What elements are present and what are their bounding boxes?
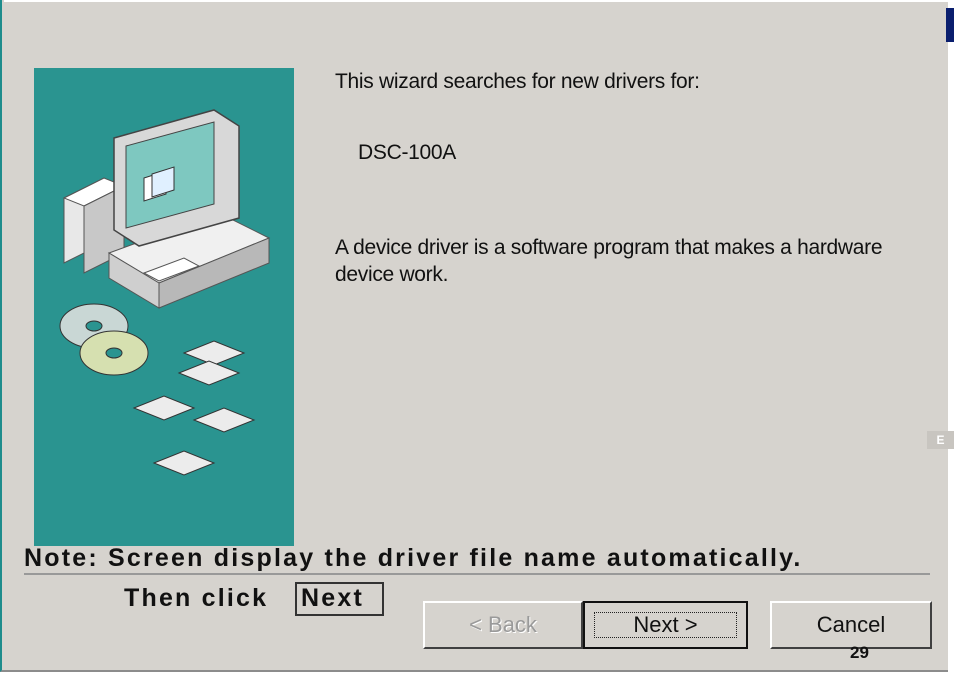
instruction-note: Note: Screen display the driver file nam… [24, 544, 803, 572]
instruction-next-label: Next [301, 584, 364, 612]
wizard-intro-text: This wizard searches for new drivers for… [335, 70, 700, 93]
focus-rectangle [594, 612, 737, 638]
title-bar-edge [946, 8, 954, 42]
top-border [4, 0, 948, 2]
device-name: DSC-100A [358, 141, 456, 164]
note-underline [24, 573, 930, 575]
cancel-button[interactable]: Cancel [770, 601, 932, 649]
back-button[interactable]: < Back [423, 601, 583, 649]
instruction-then-click: Then click [124, 584, 269, 612]
floppy-disk-icon [132, 340, 256, 476]
driver-description: A device driver is a software program th… [335, 236, 883, 286]
wizard-side-panel [34, 68, 294, 546]
next-button[interactable]: Next > [583, 601, 748, 649]
page-number: 29 [850, 643, 869, 662]
cd-disc-icon [59, 303, 256, 476]
language-tab: E [927, 431, 954, 449]
